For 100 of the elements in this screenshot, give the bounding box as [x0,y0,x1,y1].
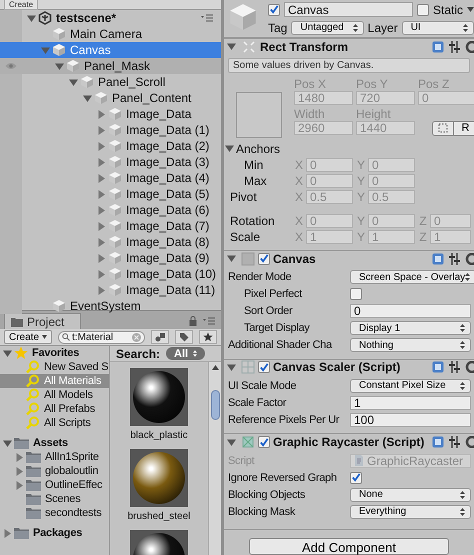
disclosure-triangle-icon[interactable] [97,174,106,182]
hierarchy-item[interactable]: Image_Data [0,106,221,122]
project-tree-item[interactable]: New Saved S [0,360,109,374]
checkbox[interactable] [350,288,362,300]
hierarchy-item[interactable]: Main Camera [0,26,221,42]
hierarchy-item[interactable]: Image_Data (7) [0,218,221,234]
project-tree-item[interactable]: AllIn1Sprite [0,450,109,464]
project-tab[interactable]: Project [4,313,82,329]
hierarchy-item[interactable]: Panel_Content [0,90,221,106]
disclosure-triangle-icon[interactable] [3,528,12,538]
disclosure-triangle-icon[interactable] [97,126,106,134]
disclosure-triangle-icon[interactable] [97,254,106,262]
disclosure-triangle-icon[interactable] [227,362,236,372]
disclosure-triangle-icon[interactable] [3,348,12,358]
project-tree-item[interactable]: globaloutlin [0,464,109,478]
preset-sliders-icon[interactable] [449,436,460,448]
hierarchy-item[interactable]: Image_Data (6) [0,202,221,218]
disclosure-triangle-icon[interactable] [15,480,24,490]
help-book-icon[interactable] [432,361,444,374]
gear-icon[interactable] [465,40,474,53]
dropdown[interactable]: Screen Space - Overlay [350,270,474,284]
layer-dropdown[interactable]: UI [402,20,474,34]
blueprint-mode-button[interactable] [432,120,454,136]
disclosure-triangle-icon[interactable] [97,190,106,198]
disclosure-triangle-icon[interactable] [225,144,234,154]
gear-icon[interactable] [465,361,474,374]
filter-by-label-button[interactable] [175,330,193,344]
help-book-icon[interactable] [432,436,444,448]
menu-icon[interactable] [201,14,213,22]
favorite-star-button[interactable] [199,330,217,344]
disclosure-triangle-icon[interactable] [83,94,92,102]
scrollbar-track[interactable] [208,362,221,555]
input-field[interactable]: 1 [350,396,471,410]
lock-icon[interactable] [189,316,197,326]
hierarchy-item[interactable]: Image_Data (9) [0,250,221,266]
disclosure-triangle-icon[interactable] [55,62,64,70]
hierarchy-item[interactable]: Panel_Mask [0,58,221,74]
project-tree-item[interactable]: Favorites [0,346,109,360]
menu-icon[interactable] [203,317,215,325]
preset-sliders-icon[interactable] [449,40,460,53]
disclosure-triangle-icon[interactable] [97,270,106,278]
disclosure-triangle-icon[interactable] [3,438,12,448]
disclosure-triangle-icon[interactable] [97,142,106,150]
scrollbar-thumb[interactable] [210,390,220,420]
dropdown[interactable]: Constant Pixel Size [350,378,471,393]
gear-icon[interactable] [465,436,474,448]
create-button[interactable]: Create [4,0,38,10]
project-tree-item[interactable]: OutlineEffec [0,478,109,492]
project-tree-item[interactable]: All Scripts [0,416,109,430]
hierarchy-item[interactable]: Image_Data (3) [0,154,221,170]
checkbox[interactable] [258,361,270,374]
hierarchy-item[interactable]: Image_Data (5) [0,186,221,202]
preset-sliders-icon[interactable] [449,361,460,374]
project-tree-item[interactable]: secondtests [0,506,109,520]
project-tree-item[interactable]: All Models [0,388,109,402]
disclosure-triangle-icon[interactable] [97,158,106,166]
name-field[interactable]: Canvas [284,2,413,17]
gear-icon[interactable] [465,252,474,265]
disclosure-triangle-icon[interactable] [97,110,106,118]
disclosure-triangle-icon[interactable] [27,14,36,22]
input-field[interactable]: 100 [350,412,471,427]
disclosure-triangle-icon[interactable] [97,206,106,214]
project-tree-item[interactable]: Scenes [0,492,109,506]
disclosure-triangle-icon[interactable] [97,238,106,246]
dropdown[interactable]: Nothing [350,338,471,352]
disclosure-triangle-icon[interactable] [69,78,78,86]
dropdown[interactable]: None [350,488,471,502]
disclosure-triangle-icon[interactable] [97,222,106,230]
hierarchy-item[interactable]: Canvas [0,42,221,58]
checkbox[interactable] [258,436,270,448]
hierarchy-item[interactable]: Image_Data (10) [0,266,221,282]
help-book-icon[interactable] [432,40,444,53]
checkbox[interactable] [350,472,362,484]
checkbox[interactable] [258,252,270,265]
hierarchy-item[interactable]: Panel_Scroll [0,74,221,90]
hierarchy-item[interactable]: Image_Data (4) [0,170,221,186]
raw-edit-button[interactable]: R [454,120,474,136]
dropdown[interactable]: Display 1 [350,321,471,335]
disclosure-triangle-icon[interactable] [15,452,24,462]
search-field[interactable]: t:Material [58,330,145,344]
hierarchy-item[interactable]: Image_Data (8) [0,234,221,250]
disclosure-triangle-icon[interactable] [227,254,236,264]
disclosure-triangle-icon[interactable] [97,286,106,294]
checkbox[interactable] [268,4,280,16]
scene-header[interactable]: testscene* [0,10,221,26]
search-scope-dropdown[interactable]: All [166,347,206,360]
project-tree-item[interactable]: Assets [0,436,109,450]
disclosure-triangle-icon[interactable] [227,42,236,52]
project-tree-item[interactable]: Packages [0,526,109,540]
input-field[interactable]: 0 [350,304,471,318]
help-book-icon[interactable] [432,252,444,265]
filter-by-type-button[interactable] [151,330,169,344]
hierarchy-item[interactable]: Image_Data (2) [0,138,221,154]
scroll-up-icon[interactable] [212,365,218,370]
hierarchy-item[interactable]: Image_Data (1) [0,122,221,138]
hierarchy-item[interactable]: Image_Data (11) [0,282,221,298]
preset-sliders-icon[interactable] [449,252,460,265]
dropdown[interactable]: Everything [350,504,471,518]
checkbox[interactable] [416,4,429,16]
create-dropdown[interactable]: Create [4,330,52,344]
